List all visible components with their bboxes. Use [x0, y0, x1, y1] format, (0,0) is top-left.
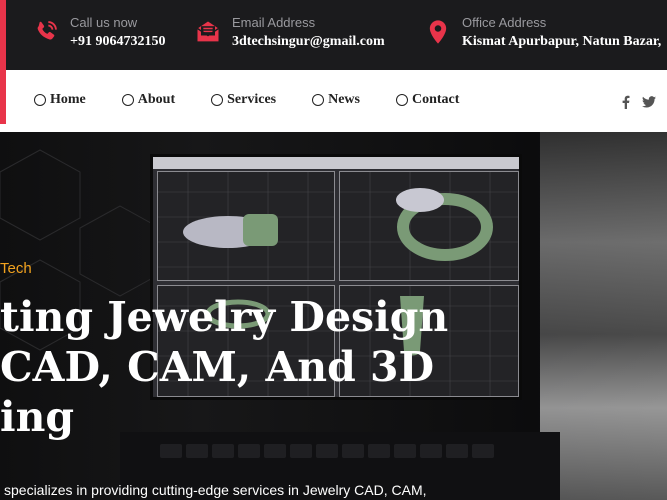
- nav-label: Contact: [412, 92, 460, 107]
- contact-office: Office Address Kismat Apurbapur, Natun B…: [424, 14, 661, 52]
- headline-line: ing: [0, 393, 75, 441]
- email-value[interactable]: 3dtechsingur@gmail.com: [232, 32, 385, 52]
- cad-viewport: [339, 171, 519, 281]
- hero-description: specializes in providing cutting-edge se…: [4, 482, 427, 498]
- hero-section: Tech ting Jewelry Design CAD, CAM, And 3…: [0, 132, 667, 500]
- nav-item-contact[interactable]: Contact: [396, 92, 459, 108]
- contact-phone[interactable]: Call us now +91 9064732150: [32, 14, 165, 52]
- cad-viewport: [157, 171, 335, 281]
- nav-item-about[interactable]: About: [121, 92, 176, 108]
- circle-bullet-icon: [312, 94, 325, 106]
- circle-bullet-icon: [121, 94, 134, 106]
- contact-email[interactable]: Email Address 3dtechsingur@gmail.com: [194, 14, 385, 52]
- map-pin-icon: [429, 20, 447, 44]
- nav-item-news[interactable]: News: [312, 92, 360, 108]
- envelope-icon: [197, 21, 219, 42]
- office-label: Office Address: [462, 15, 547, 30]
- top-contact-bar: Call us now +91 9064732150 Email Address…: [0, 0, 667, 70]
- phone-icon: [37, 21, 57, 40]
- main-navbar: Home About Services News Contact: [0, 70, 667, 132]
- circle-bullet-icon: [211, 94, 224, 106]
- nav-label: Home: [50, 92, 86, 107]
- accent-strip-lower: [0, 70, 6, 124]
- office-value: Kismat Apurbapur, Natun Bazar,: [462, 34, 662, 49]
- circle-bullet-icon: [34, 94, 46, 106]
- hero-headline: ting Jewelry Design CAD, CAM, And 3D ing: [0, 292, 667, 442]
- phone-label: Call us now: [70, 15, 138, 30]
- accent-strip: [0, 0, 6, 70]
- phone-value[interactable]: +91 9064732150: [70, 32, 165, 52]
- facebook-icon[interactable]: [617, 94, 633, 110]
- social-links: [609, 94, 657, 110]
- headline-line: ting Jewelry Design: [0, 293, 449, 341]
- nav-label: About: [137, 92, 176, 107]
- headline-line: CAD, CAM, And 3D: [0, 343, 435, 391]
- twitter-icon[interactable]: [641, 94, 657, 110]
- nav-label: Services: [227, 92, 277, 107]
- nav-item-services[interactable]: Services: [211, 92, 276, 108]
- email-label: Email Address: [232, 15, 316, 30]
- nav-item-home[interactable]: Home: [34, 92, 86, 108]
- cad-window-titlebar: [153, 157, 519, 169]
- nav-label: News: [328, 92, 360, 107]
- main-menu: Home About Services News Contact: [34, 92, 495, 108]
- circle-bullet-icon: [396, 94, 408, 106]
- hero-tag: Tech: [0, 260, 32, 277]
